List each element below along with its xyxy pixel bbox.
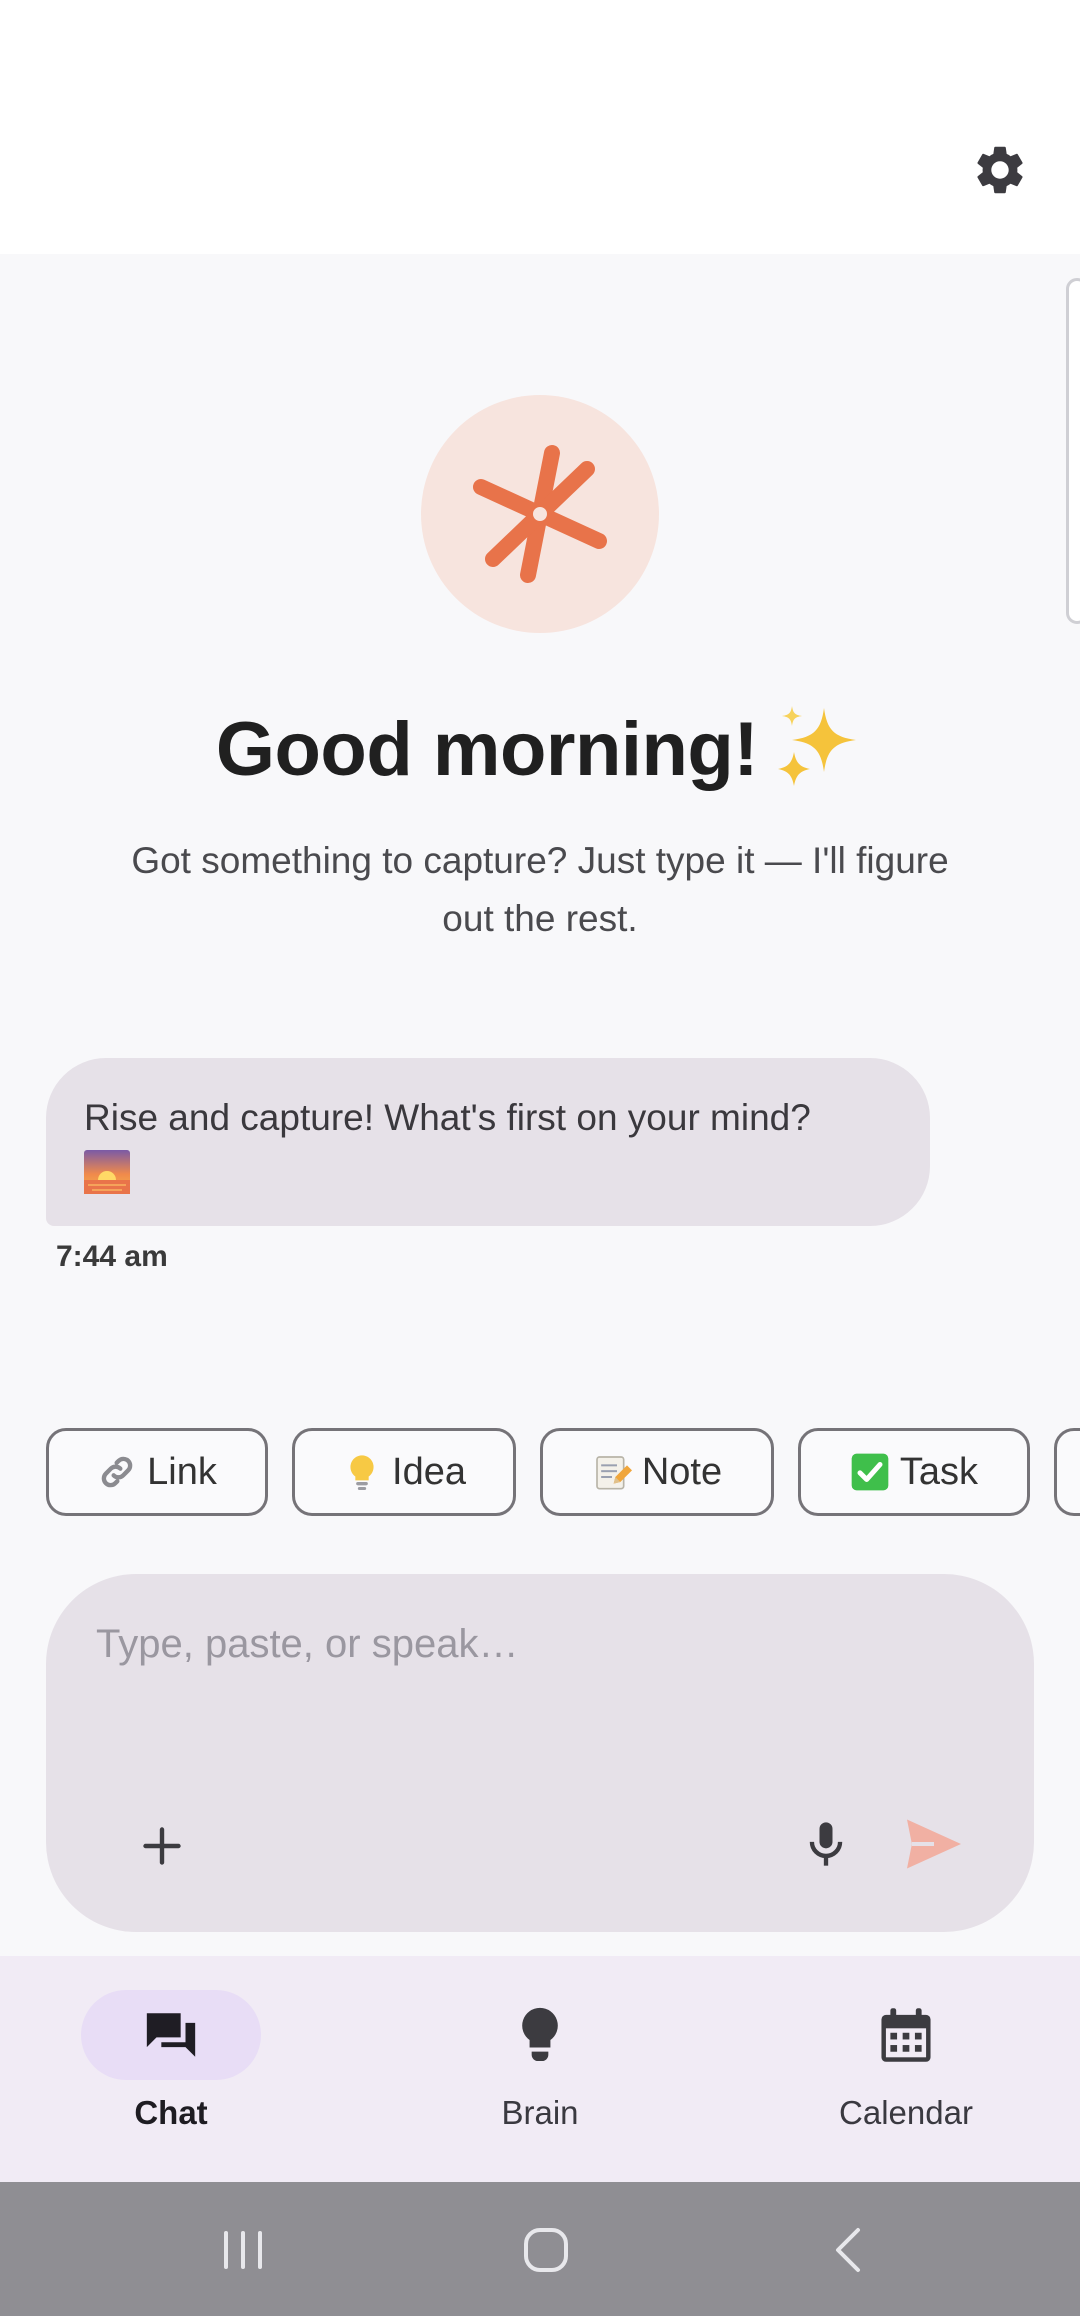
message-composer — [46, 1574, 1034, 1932]
message-text: Rise and capture! What's first on your m… — [84, 1097, 811, 1138]
top-app-bar — [0, 0, 1080, 254]
asterisk-logo-icon — [473, 445, 607, 583]
lightbulb-icon — [522, 2007, 558, 2062]
app-screen: Good morning! Got something to capture? … — [0, 0, 1080, 2316]
chip-idea-label: Idea — [392, 1450, 466, 1493]
sparkles-icon — [772, 700, 864, 810]
sunrise-icon — [84, 1150, 892, 1199]
settings-button[interactable] — [960, 130, 1040, 210]
voice-input-button[interactable] — [786, 1804, 866, 1884]
side-panel-handle[interactable] — [1066, 278, 1080, 624]
back-button[interactable] — [808, 2210, 888, 2290]
back-icon — [836, 2228, 860, 2272]
chip-link[interactable]: Link — [46, 1428, 268, 1516]
home-icon — [524, 2228, 568, 2272]
chip-note-label: Note — [641, 1450, 723, 1493]
message-input[interactable] — [96, 1614, 976, 1674]
system-navigation-bar — [0, 2182, 1080, 2316]
send-icon — [907, 1819, 961, 1869]
check-box-icon — [850, 1452, 890, 1492]
nav-calendar-label: Calendar — [839, 2094, 973, 2131]
nav-active-indicator — [81, 1990, 261, 2080]
chip-link-label: Link — [147, 1450, 217, 1493]
home-button[interactable] — [506, 2210, 586, 2290]
plus-icon — [143, 1827, 181, 1865]
chip-note[interactable]: Note — [540, 1428, 774, 1516]
chat-icon — [146, 2013, 196, 2057]
nav-item-chat[interactable]: Chat — [21, 1990, 321, 2160]
recents-button[interactable] — [203, 2210, 283, 2290]
memo-icon — [592, 1452, 632, 1492]
link-icon — [97, 1452, 137, 1492]
greeting-subtitle: Got something to capture? Just type it —… — [131, 840, 949, 939]
gear-icon — [977, 146, 1023, 194]
greeting-heading: Good morning! — [0, 700, 1080, 810]
send-button[interactable] — [894, 1804, 974, 1884]
recents-icon — [224, 2231, 262, 2269]
assistant-avatar — [421, 395, 659, 633]
nav-brain-label: Brain — [501, 2094, 579, 2131]
chip-task-label: Task — [899, 1450, 979, 1493]
nav-brain-icon-wrap — [450, 1990, 630, 2080]
chip-task[interactable]: Task — [798, 1428, 1030, 1516]
bottom-navigation: Chat Brain Calendar — [0, 1956, 1080, 2182]
chip-more[interactable] — [1054, 1428, 1080, 1516]
microphone-icon — [809, 1822, 843, 1866]
calendar-icon — [881, 2008, 931, 2062]
chip-idea[interactable]: Idea — [292, 1428, 516, 1516]
nav-item-calendar[interactable]: Calendar — [756, 1990, 1056, 2160]
quick-type-chips: Link Idea Note Task — [46, 1428, 1080, 1516]
greeting-text: Good morning! — [215, 707, 759, 793]
message-timestamp: 7:44 am — [56, 1240, 168, 1273]
nav-chat-label: Chat — [134, 2094, 208, 2131]
add-attachment-button[interactable] — [126, 1810, 198, 1882]
nav-calendar-icon-wrap — [816, 1990, 996, 2080]
lightbulb-icon — [342, 1452, 382, 1492]
nav-item-brain[interactable]: Brain — [390, 1990, 690, 2160]
assistant-message-bubble: Rise and capture! What's first on your m… — [46, 1058, 930, 1226]
